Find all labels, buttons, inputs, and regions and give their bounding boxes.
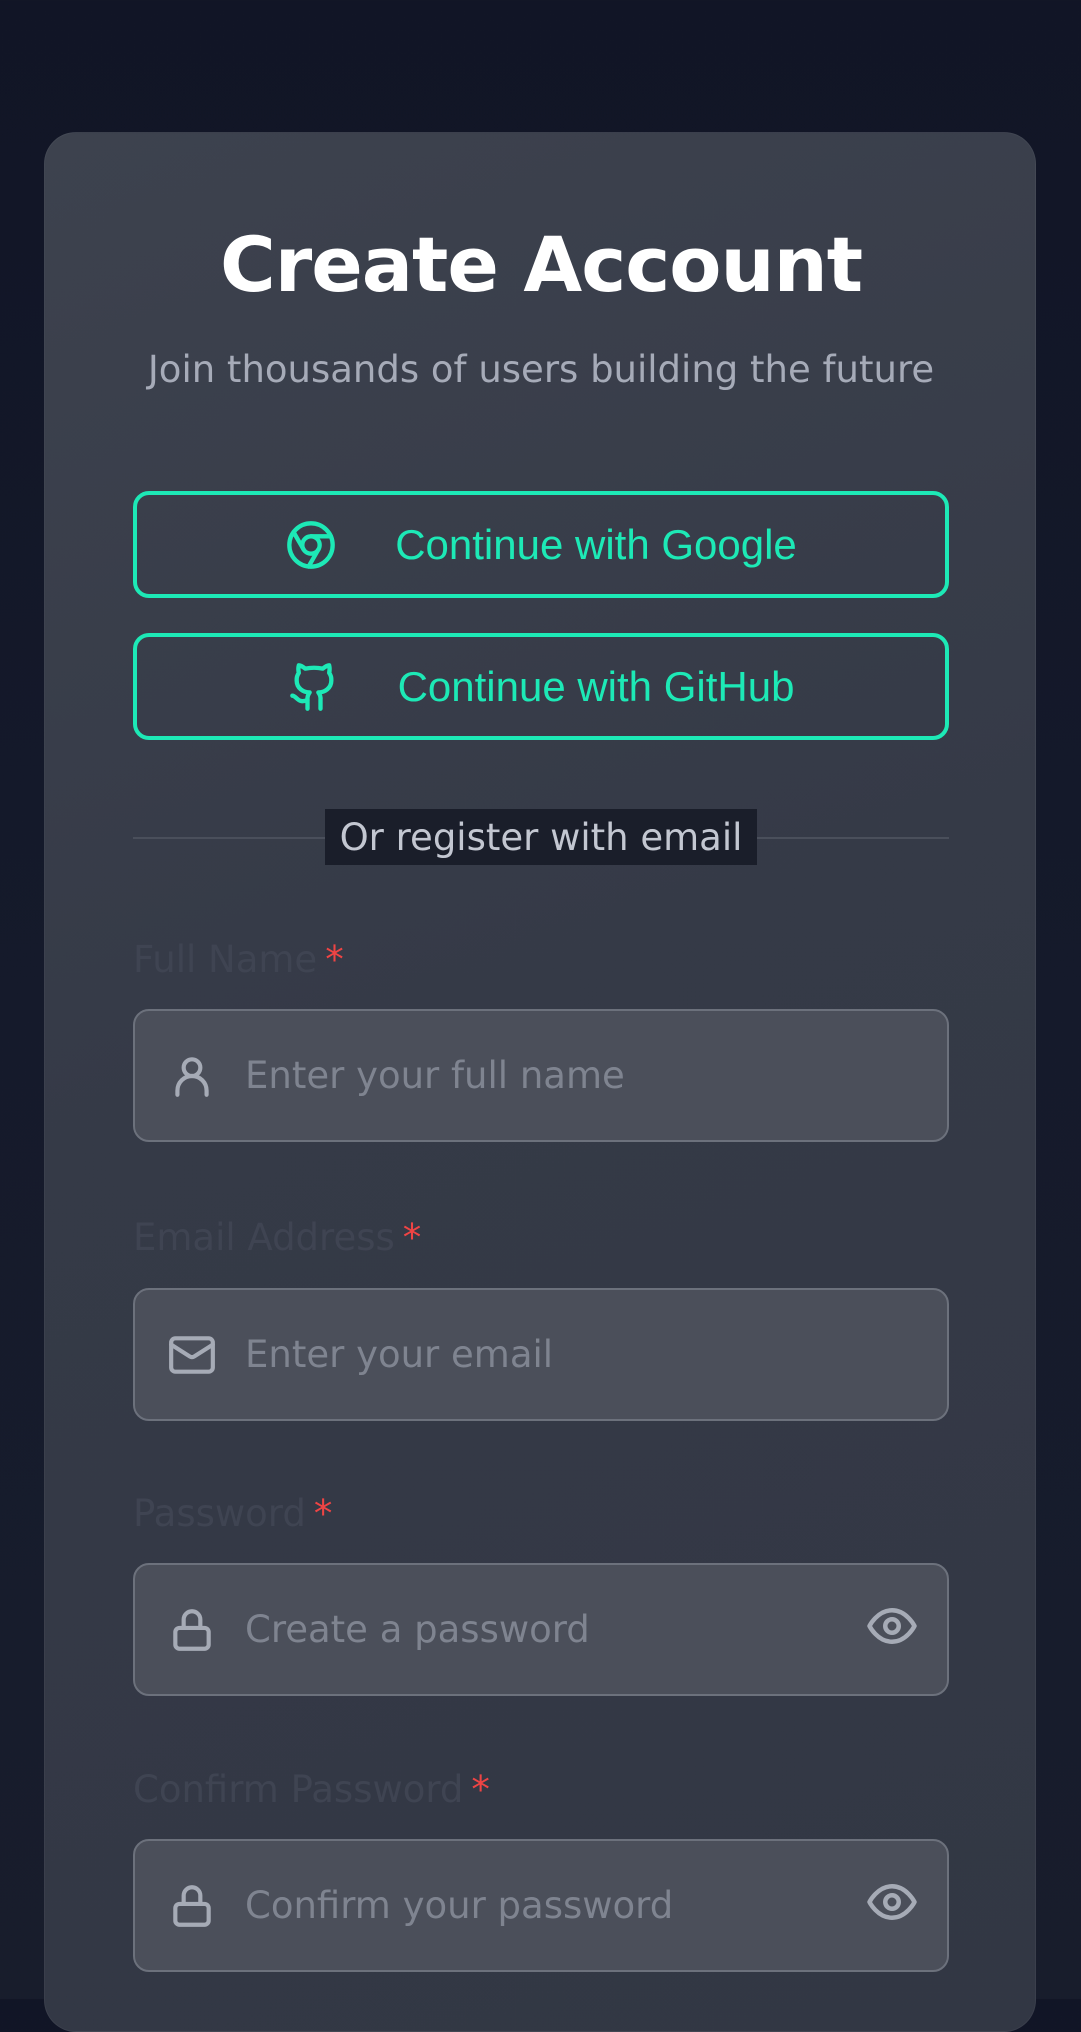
email-field	[133, 1288, 949, 1421]
full-name-label-text: Full Name	[133, 938, 318, 981]
user-icon	[167, 1051, 217, 1101]
confirm-password-label-text: Confirm Password	[133, 1768, 464, 1811]
github-icon	[288, 661, 340, 713]
full-name-field	[133, 1009, 949, 1142]
required-marker: *	[471, 1768, 490, 1811]
required-marker: *	[402, 1216, 422, 1259]
google-signin-button[interactable]: Continue with Google	[133, 491, 949, 598]
password-field	[133, 1563, 949, 1696]
confirm-password-input[interactable]	[245, 1841, 837, 1970]
required-marker: *	[313, 1492, 333, 1535]
show-password-eye-icon[interactable]	[865, 1599, 919, 1653]
lock-icon	[167, 1605, 217, 1655]
page-title: Create Account	[219, 220, 863, 309]
password-label: Password *	[133, 1495, 332, 1532]
divider-label: Or register with email	[325, 809, 757, 865]
email-label-text: Email Address	[133, 1216, 395, 1259]
password-label-text: Password	[133, 1492, 306, 1535]
mail-icon	[167, 1330, 217, 1380]
chrome-icon	[285, 519, 337, 571]
confirm-password-field	[133, 1839, 949, 1972]
lock-icon	[167, 1881, 217, 1931]
page-subtitle: Join thousands of users building the fut…	[147, 348, 935, 391]
github-signin-button[interactable]: Continue with GitHub	[133, 633, 949, 740]
google-button-label: Continue with Google	[395, 520, 797, 568]
email-input[interactable]	[245, 1290, 837, 1419]
email-label: Email Address *	[133, 1219, 421, 1256]
password-input[interactable]	[245, 1565, 837, 1694]
full-name-input[interactable]	[245, 1011, 837, 1140]
github-button-label: Continue with GitHub	[397, 662, 795, 710]
full-name-label: Full Name *	[133, 941, 344, 978]
required-marker: *	[325, 938, 344, 981]
show-confirm-password-eye-icon[interactable]	[865, 1875, 919, 1929]
register-card: Create Account Join thousands of users b…	[44, 132, 1036, 2032]
confirm-password-label: Confirm Password *	[133, 1771, 490, 1808]
